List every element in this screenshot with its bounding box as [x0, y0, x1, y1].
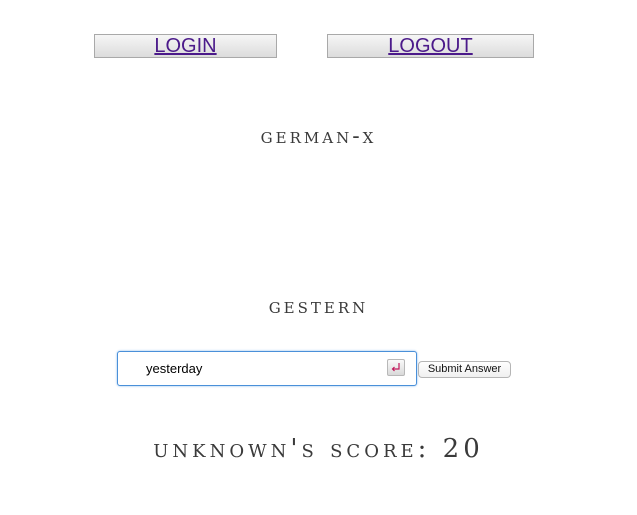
enter-key-icon[interactable]: [387, 359, 405, 376]
answer-field-wrapper[interactable]: [117, 351, 417, 386]
score-display: Unknown's score: 20: [153, 434, 484, 464]
login-button[interactable]: LOGIN: [94, 34, 277, 58]
word-prompt: Gestern: [268, 294, 369, 319]
login-link[interactable]: LOGIN: [154, 35, 216, 57]
app-title: German-X: [260, 124, 377, 149]
submit-answer-button[interactable]: Submit Answer: [418, 361, 511, 378]
answer-input[interactable]: [118, 352, 386, 385]
logout-link[interactable]: LOGOUT: [388, 35, 472, 57]
logout-button[interactable]: LOGOUT: [327, 34, 534, 58]
